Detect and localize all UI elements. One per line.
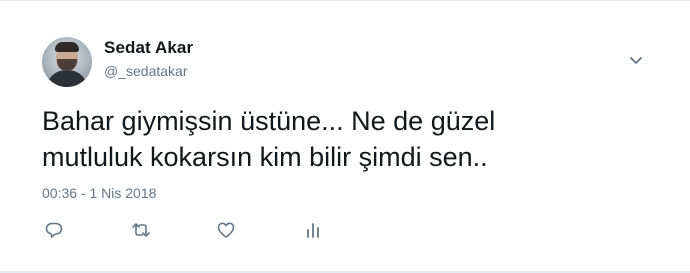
retweet-icon[interactable]	[131, 220, 151, 240]
chevron-down-icon[interactable]	[627, 51, 645, 69]
avatar[interactable]	[42, 37, 92, 87]
reply-icon[interactable]	[44, 220, 64, 240]
tweet-card: Sedat Akar @_sedatakar Bahar giymişsin ü…	[0, 0, 690, 273]
tweet-text-line: mutluluk kokarsın kim bilir şimdi sen..	[42, 142, 488, 172]
tweet-timestamp[interactable]: 00:36 - 1 Nis 2018	[42, 185, 156, 201]
author-handle[interactable]: @_sedatakar	[104, 63, 187, 79]
avatar-hair	[55, 42, 79, 52]
tweet-text: Bahar giymişsin üstüne... Ne de güzel mu…	[42, 103, 642, 175]
analytics-icon[interactable]	[303, 220, 323, 240]
author-name[interactable]: Sedat Akar	[104, 38, 193, 58]
like-icon[interactable]	[216, 220, 236, 240]
tweet-text-line: Bahar giymişsin üstüne... Ne de güzel	[42, 106, 496, 136]
avatar-body	[46, 70, 88, 87]
